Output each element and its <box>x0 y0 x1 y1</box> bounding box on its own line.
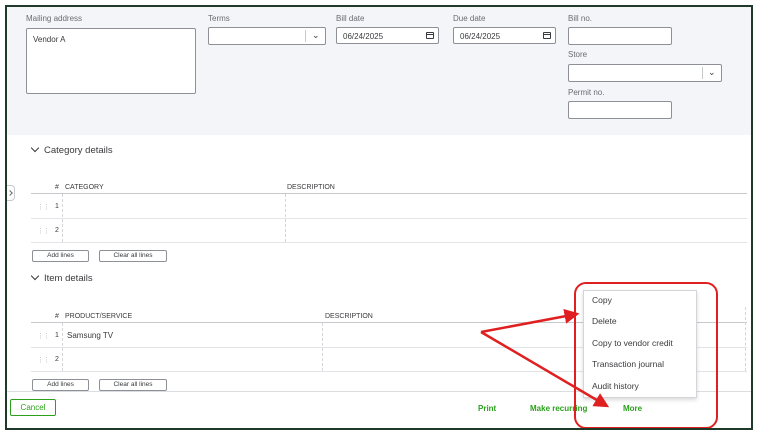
bill-date-value: 06/24/2025 <box>343 32 384 41</box>
drag-handle-icon[interactable]: ⋮⋮ <box>37 203 50 211</box>
chevron-down-icon <box>30 143 40 153</box>
category-col-category: CATEGORY <box>65 184 104 191</box>
row-number: 1 <box>55 332 59 339</box>
sidebar-collapse-tab[interactable] <box>7 185 15 201</box>
bill-form-frame: Mailing address Vendor A Terms ⌄ Bill da… <box>5 5 753 430</box>
bill-date-input[interactable]: 06/24/2025 <box>336 27 439 44</box>
terms-divider <box>305 30 306 42</box>
chevron-down-icon[interactable]: ⌄ <box>312 30 320 41</box>
item-clear-all-lines-button[interactable]: Clear all lines <box>99 379 167 391</box>
item-right-col-line <box>745 307 746 371</box>
item-details-title: Item details <box>44 273 93 284</box>
cancel-button[interactable]: Cancel <box>10 399 56 416</box>
mailing-address-textarea[interactable]: Vendor A <box>26 28 196 94</box>
terms-label: Terms <box>208 14 230 23</box>
product-cell[interactable]: Samsung TV <box>67 331 113 340</box>
store-select[interactable]: ⌄ <box>568 64 722 82</box>
row-divider <box>31 218 747 219</box>
permit-no-input[interactable] <box>568 101 672 119</box>
item-details-header[interactable]: Item details <box>30 271 93 284</box>
terms-select[interactable]: ⌄ <box>208 27 326 45</box>
category-clear-all-lines-button[interactable]: Clear all lines <box>99 250 167 262</box>
bill-no-label: Bill no. <box>568 14 593 23</box>
drag-handle-icon[interactable]: ⋮⋮ <box>37 227 50 235</box>
category-add-lines-button[interactable]: Add lines <box>32 250 89 262</box>
item-col-product: PRODUCT/SERVICE <box>65 313 133 320</box>
store-divider <box>702 67 703 79</box>
chevron-down-icon <box>30 271 40 281</box>
row-number: 1 <box>55 203 59 210</box>
row-divider <box>31 242 747 243</box>
item-col-description: DESCRIPTION <box>325 313 373 320</box>
drag-handle-icon[interactable]: ⋮⋮ <box>37 332 50 340</box>
chevron-down-icon[interactable]: ⌄ <box>708 67 716 78</box>
annotation-highlight-box <box>574 282 718 428</box>
row-number: 2 <box>55 227 59 234</box>
print-button[interactable]: Print <box>478 404 496 413</box>
row-number: 2 <box>55 356 59 363</box>
drag-handle-icon[interactable]: ⋮⋮ <box>37 356 50 364</box>
category-col-description: DESCRIPTION <box>287 184 335 191</box>
category-details-title: Category details <box>44 145 113 156</box>
mailing-address-label: Mailing address <box>26 14 83 23</box>
item-add-lines-button[interactable]: Add lines <box>32 379 89 391</box>
due-date-input[interactable]: 06/24/2025 <box>453 27 556 44</box>
category-table-header-line <box>31 193 747 194</box>
category-details-header[interactable]: Category details <box>30 143 113 156</box>
permit-no-label: Permit no. <box>568 88 605 97</box>
mailing-address-value: Vendor A <box>33 35 66 44</box>
arrow-to-delete <box>480 308 580 334</box>
calendar-icon[interactable] <box>543 32 551 39</box>
store-label: Store <box>568 50 588 59</box>
due-date-label: Due date <box>453 14 486 23</box>
item-col-num: # <box>55 313 59 320</box>
due-date-value: 06/24/2025 <box>460 32 501 41</box>
bill-date-label: Bill date <box>336 14 365 23</box>
calendar-icon[interactable] <box>426 32 434 39</box>
bill-no-input[interactable] <box>568 27 672 45</box>
category-col-num: # <box>55 184 59 191</box>
bill-header-area: Mailing address Vendor A Terms ⌄ Bill da… <box>7 7 751 135</box>
